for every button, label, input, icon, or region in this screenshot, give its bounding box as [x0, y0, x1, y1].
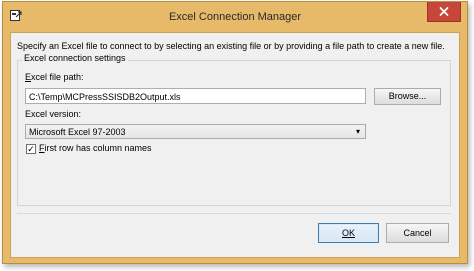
version-label: Excel version:	[25, 109, 82, 119]
excel-version-value: Microsoft Excel 97-2003	[29, 127, 126, 137]
group-title: Excel connection settings	[22, 53, 128, 63]
dialog-description: Specify an Excel file to connect to by s…	[17, 41, 445, 51]
first-row-label-text: irst row has column names	[44, 143, 152, 153]
checkmark-icon: ✓	[27, 144, 35, 154]
ok-button-label: OK	[341, 228, 355, 238]
browse-button[interactable]: Browse...	[374, 88, 441, 105]
connection-settings-group: Excel connection settings Excel file pat…	[17, 53, 451, 206]
window-title: Excel Connection Manager	[168, 11, 302, 23]
first-row-checkbox[interactable]: ✓	[26, 144, 36, 154]
dialog-window: Excel Connection Manager Specify an Exce…	[2, 1, 468, 264]
close-icon	[439, 7, 449, 16]
close-button[interactable]	[427, 2, 461, 22]
file-path-label: Excel file path:	[25, 72, 84, 82]
footer-divider	[17, 213, 451, 214]
file-path-label-text: xcel file path:	[31, 72, 84, 82]
excel-version-select[interactable]: Microsoft Excel 97-2003 ▾	[25, 124, 366, 139]
chevron-down-icon: ▾	[355, 127, 360, 136]
cancel-button[interactable]: Cancel	[386, 223, 449, 243]
dialog-body: Specify an Excel file to connect to by s…	[10, 32, 460, 258]
file-path-input[interactable]: C:\Temp\MCPressSSISDB2Output.xls	[25, 88, 366, 104]
first-row-label[interactable]: First row has column names	[39, 143, 152, 153]
title-bar[interactable]: Excel Connection Manager	[3, 2, 467, 32]
ok-button[interactable]: OK	[318, 223, 379, 243]
